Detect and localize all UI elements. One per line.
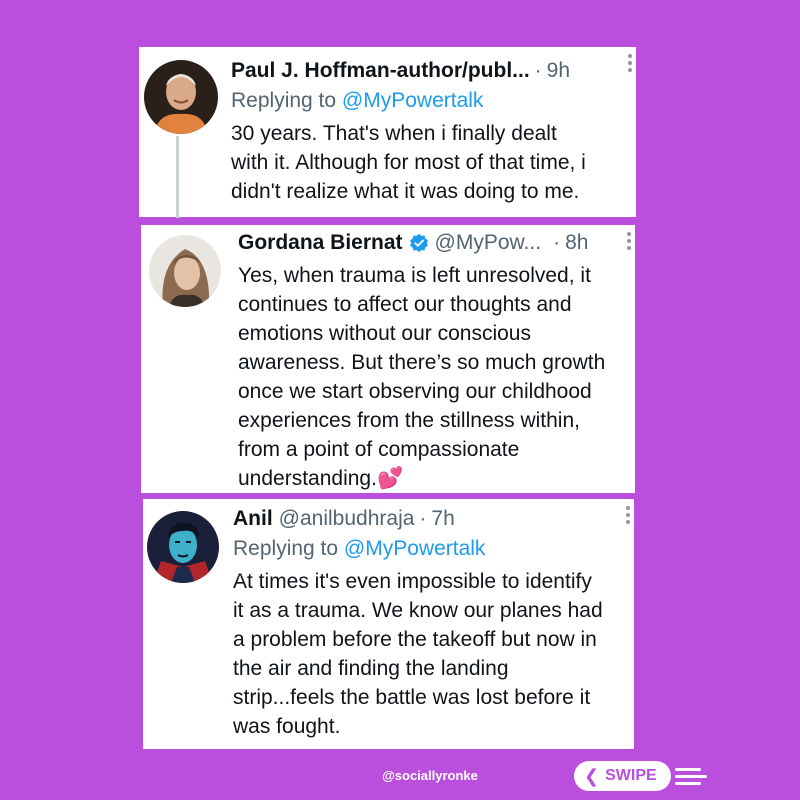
more-options-icon[interactable] bbox=[627, 229, 631, 253]
avatar[interactable] bbox=[144, 60, 218, 134]
tweet-text-line: continues to affect our thoughts and bbox=[238, 293, 572, 316]
author-handle[interactable]: @anilbudhraja bbox=[279, 505, 415, 533]
more-options-icon[interactable] bbox=[626, 503, 630, 527]
replying-to: Replying to @MyPowertalk bbox=[233, 535, 626, 563]
separator-dot: · bbox=[534, 59, 542, 82]
verified-badge-icon bbox=[409, 233, 428, 253]
author-handle[interactable]: @MyPow... bbox=[435, 229, 542, 257]
swipe-pill[interactable]: ❮ SWIPE bbox=[574, 761, 671, 791]
avatar[interactable] bbox=[147, 511, 219, 583]
separator-dot: · bbox=[419, 507, 427, 530]
more-options-icon[interactable] bbox=[628, 51, 632, 75]
tweet-text-line: was fought. bbox=[233, 715, 341, 738]
author-name[interactable]: Anil bbox=[233, 505, 273, 533]
replying-to-label: Replying to bbox=[231, 89, 342, 112]
tweet-text-line: awareness. But there’s so much growth bbox=[238, 351, 606, 374]
tweet-card[interactable]: Paul J. Hoffman-author/publ... · 9h Repl… bbox=[139, 47, 636, 217]
tweet-text-line: At times it's even impossible to identif… bbox=[233, 570, 592, 593]
author-name[interactable]: Paul J. Hoffman-author/publ... bbox=[231, 57, 530, 85]
separator-dot: · bbox=[553, 231, 561, 254]
tweet-text-line: once we start observing our childhood bbox=[238, 380, 592, 403]
tweet-text-line: Yes, when trauma is left unresolved, it bbox=[238, 264, 591, 287]
tweet-text: 30 years. That's when i finally dealt wi… bbox=[231, 119, 628, 206]
tweet-card[interactable]: Gordana Biernat @MyPow... · 8h Yes, when… bbox=[141, 225, 635, 493]
speed-lines-icon bbox=[674, 764, 707, 789]
thread-connector-line bbox=[176, 136, 179, 218]
tweet-text: At times it's even impossible to identif… bbox=[233, 567, 626, 741]
tweet-text-line: from a point of compassionate bbox=[238, 438, 520, 461]
avatar-illustration-icon bbox=[147, 511, 219, 583]
mention-link[interactable]: @MyPowertalk bbox=[344, 537, 486, 560]
tweet-text-line: a problem before the takeoff but now in bbox=[233, 628, 597, 651]
tweet-card[interactable]: Anil @anilbudhraja · 7h Replying to @MyP… bbox=[143, 499, 634, 749]
mention-link[interactable]: @MyPowertalk bbox=[342, 89, 484, 112]
tweet-text-line: emotions without our conscious bbox=[238, 322, 531, 345]
tweet-text-line: it as a trauma. We know our planes had bbox=[233, 599, 603, 622]
tweet-text: Yes, when trauma is left unresolved, it … bbox=[238, 261, 627, 493]
tweet-text-line: strip...feels the battle was lost before… bbox=[233, 686, 591, 709]
tweet-time[interactable]: 9h bbox=[547, 57, 570, 85]
chevron-left-icon: ❮ bbox=[584, 765, 600, 786]
tweet-time[interactable]: 7h bbox=[431, 505, 454, 533]
avatar-photo-icon bbox=[149, 235, 221, 307]
tweet-header: Gordana Biernat @MyPow... · 8h bbox=[238, 229, 627, 257]
tweet-time[interactable]: 8h bbox=[565, 229, 588, 257]
tweet-text-line: didn't realize what it was doing to me. bbox=[231, 180, 580, 203]
tweet-text-line: 30 years. That's when i finally dealt bbox=[231, 122, 557, 145]
avatar-photo-icon bbox=[144, 60, 218, 134]
tweet-header: Paul J. Hoffman-author/publ... · 9h bbox=[231, 57, 628, 85]
avatar[interactable] bbox=[149, 235, 221, 307]
replying-to: Replying to @MyPowertalk bbox=[231, 87, 628, 115]
swipe-button[interactable]: ❮ SWIPE bbox=[574, 760, 707, 792]
tweet-text-line: understanding.💕 bbox=[238, 467, 404, 490]
tweet-text-line: experiences from the stillness within, bbox=[238, 409, 580, 432]
author-name[interactable]: Gordana Biernat bbox=[238, 229, 403, 257]
tweet-text-line: the air and finding the landing bbox=[233, 657, 509, 680]
tweet-text-line: with it. Although for most of that time,… bbox=[231, 151, 586, 174]
swipe-label: SWIPE bbox=[605, 767, 657, 784]
replying-to-label: Replying to bbox=[233, 537, 344, 560]
tweet-header: Anil @anilbudhraja · 7h bbox=[233, 505, 626, 533]
